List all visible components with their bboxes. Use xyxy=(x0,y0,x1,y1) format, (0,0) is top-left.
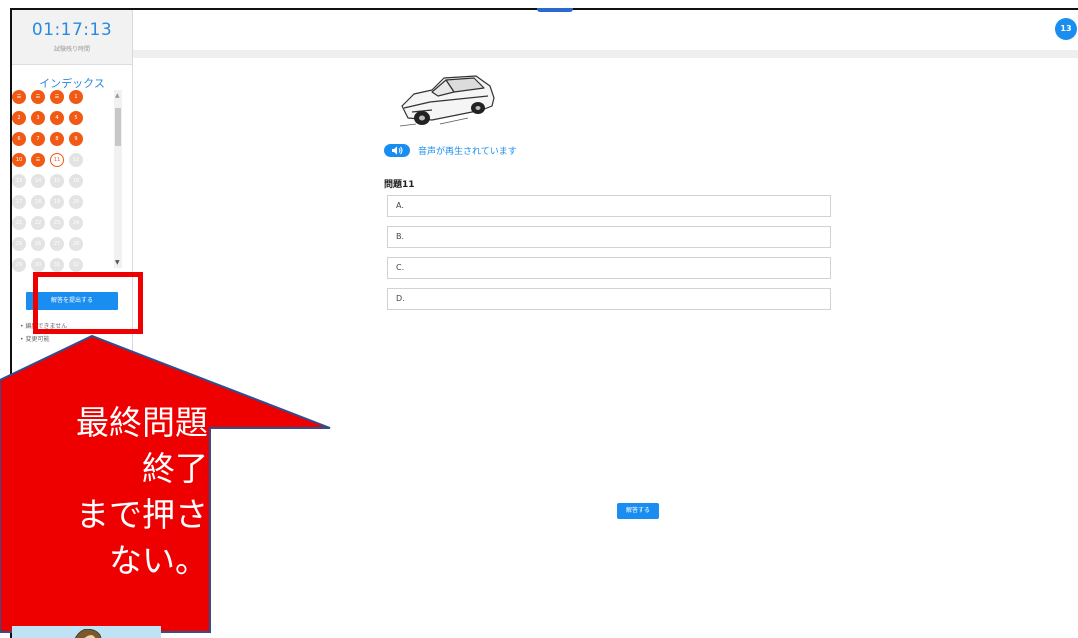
scroll-thumb[interactable] xyxy=(115,108,121,146)
option-c[interactable]: C. xyxy=(387,257,831,279)
index-question-29[interactable]: 29 xyxy=(12,258,26,272)
question-count-badge[interactable]: 13 xyxy=(1055,18,1077,40)
index-question-21[interactable]: 21 xyxy=(12,216,26,230)
index-question-5[interactable]: 5 xyxy=(69,111,83,125)
option-d[interactable]: D. xyxy=(387,288,831,310)
index-question-30[interactable]: 30 xyxy=(31,258,45,272)
audio-status-text: 音声が再生されています xyxy=(418,147,517,157)
scroll-up-arrow-icon[interactable]: ▲ xyxy=(115,92,120,99)
option-a[interactable]: A. xyxy=(387,195,831,217)
index-question-10[interactable]: 10 xyxy=(12,153,26,167)
index-question-4[interactable]: 4 xyxy=(50,111,64,125)
mascot-image xyxy=(12,626,161,638)
index-question-7[interactable]: 7 xyxy=(31,132,45,146)
index-question-24[interactable]: 24 xyxy=(69,216,83,230)
audio-status: 音声が再生されています xyxy=(384,144,517,157)
index-question-9[interactable]: 9 xyxy=(69,132,83,146)
index-question-12[interactable]: 12 xyxy=(69,153,83,167)
index-question-25[interactable]: 25 xyxy=(12,237,26,251)
index-question-2[interactable]: 2 xyxy=(12,111,26,125)
audio-play-button[interactable] xyxy=(384,144,410,157)
scroll-down-arrow-icon[interactable]: ▼ xyxy=(115,259,120,266)
question-index-grid: ☰ ☰ ☰ 1 2 3 4 5 6 7 8 9 10 ☰ 11 12 13 14 15 16 17 18 19 20 21 22 2… xyxy=(12,90,100,279)
index-question-8[interactable]: 8 xyxy=(50,132,64,146)
index-question-19[interactable]: 19 xyxy=(50,195,64,209)
exam-timer: 01:17:13 xyxy=(31,20,113,40)
index-question-32[interactable]: 32 xyxy=(69,258,83,272)
index-question-17[interactable]: 17 xyxy=(12,195,26,209)
index-row: ☰ ☰ ☰ 1 xyxy=(12,90,100,106)
index-row: 13 14 15 16 xyxy=(12,174,100,190)
index-row: 6789 xyxy=(12,132,100,148)
index-row: 2345 xyxy=(12,111,100,127)
timer-box: 01:17:13 試験残り時間 xyxy=(12,10,132,65)
index-row: 17 18 19 20 xyxy=(12,195,100,211)
index-row: 21 22 23 24 xyxy=(12,216,100,232)
index-question-27[interactable]: 27 xyxy=(50,237,64,251)
index-question-18[interactable]: 18 xyxy=(31,195,45,209)
index-question-3[interactable]: 3 xyxy=(31,111,45,125)
top-tab-indicator xyxy=(537,8,573,12)
index-question-11[interactable]: 11 xyxy=(50,153,64,167)
index-row: 25 26 27 28 xyxy=(12,237,100,253)
index-question-26[interactable]: 26 xyxy=(31,237,45,251)
index-list-icon[interactable]: ☰ xyxy=(12,90,26,104)
answer-button[interactable]: 解答する xyxy=(617,503,659,519)
index-row: 10 ☰ 11 12 xyxy=(12,153,100,169)
index-question-6[interactable]: 6 xyxy=(12,132,26,146)
option-b[interactable]: B. xyxy=(387,226,831,248)
index-list-icon[interactable]: ☰ xyxy=(31,153,45,167)
index-question-31[interactable]: 31 xyxy=(50,258,64,272)
top-header xyxy=(132,10,1078,50)
submit-highlight-box xyxy=(33,272,143,334)
index-question-23[interactable]: 23 xyxy=(50,216,64,230)
timer-label: 試験残り時間 xyxy=(53,46,90,53)
index-question-28[interactable]: 28 xyxy=(69,237,83,251)
index-question-1[interactable]: 1 xyxy=(69,90,83,104)
car-image xyxy=(399,75,495,127)
index-question-14[interactable]: 14 xyxy=(31,174,45,188)
question-title: 問題11 xyxy=(384,180,415,190)
index-list-icon[interactable]: ☰ xyxy=(50,90,64,104)
index-question-22[interactable]: 22 xyxy=(31,216,45,230)
index-scrollbar[interactable]: ▲ ▼ xyxy=(114,90,122,268)
index-question-20[interactable]: 20 xyxy=(69,195,83,209)
index-question-13[interactable]: 13 xyxy=(12,174,26,188)
speaker-icon xyxy=(392,146,403,155)
index-question-16[interactable]: 16 xyxy=(69,174,83,188)
index-question-15[interactable]: 15 xyxy=(50,174,64,188)
callout-text: 最終問題 終了 まで押さ ない。 xyxy=(76,403,208,580)
index-list-icon[interactable]: ☰ xyxy=(31,90,45,104)
header-divider xyxy=(132,50,1078,58)
